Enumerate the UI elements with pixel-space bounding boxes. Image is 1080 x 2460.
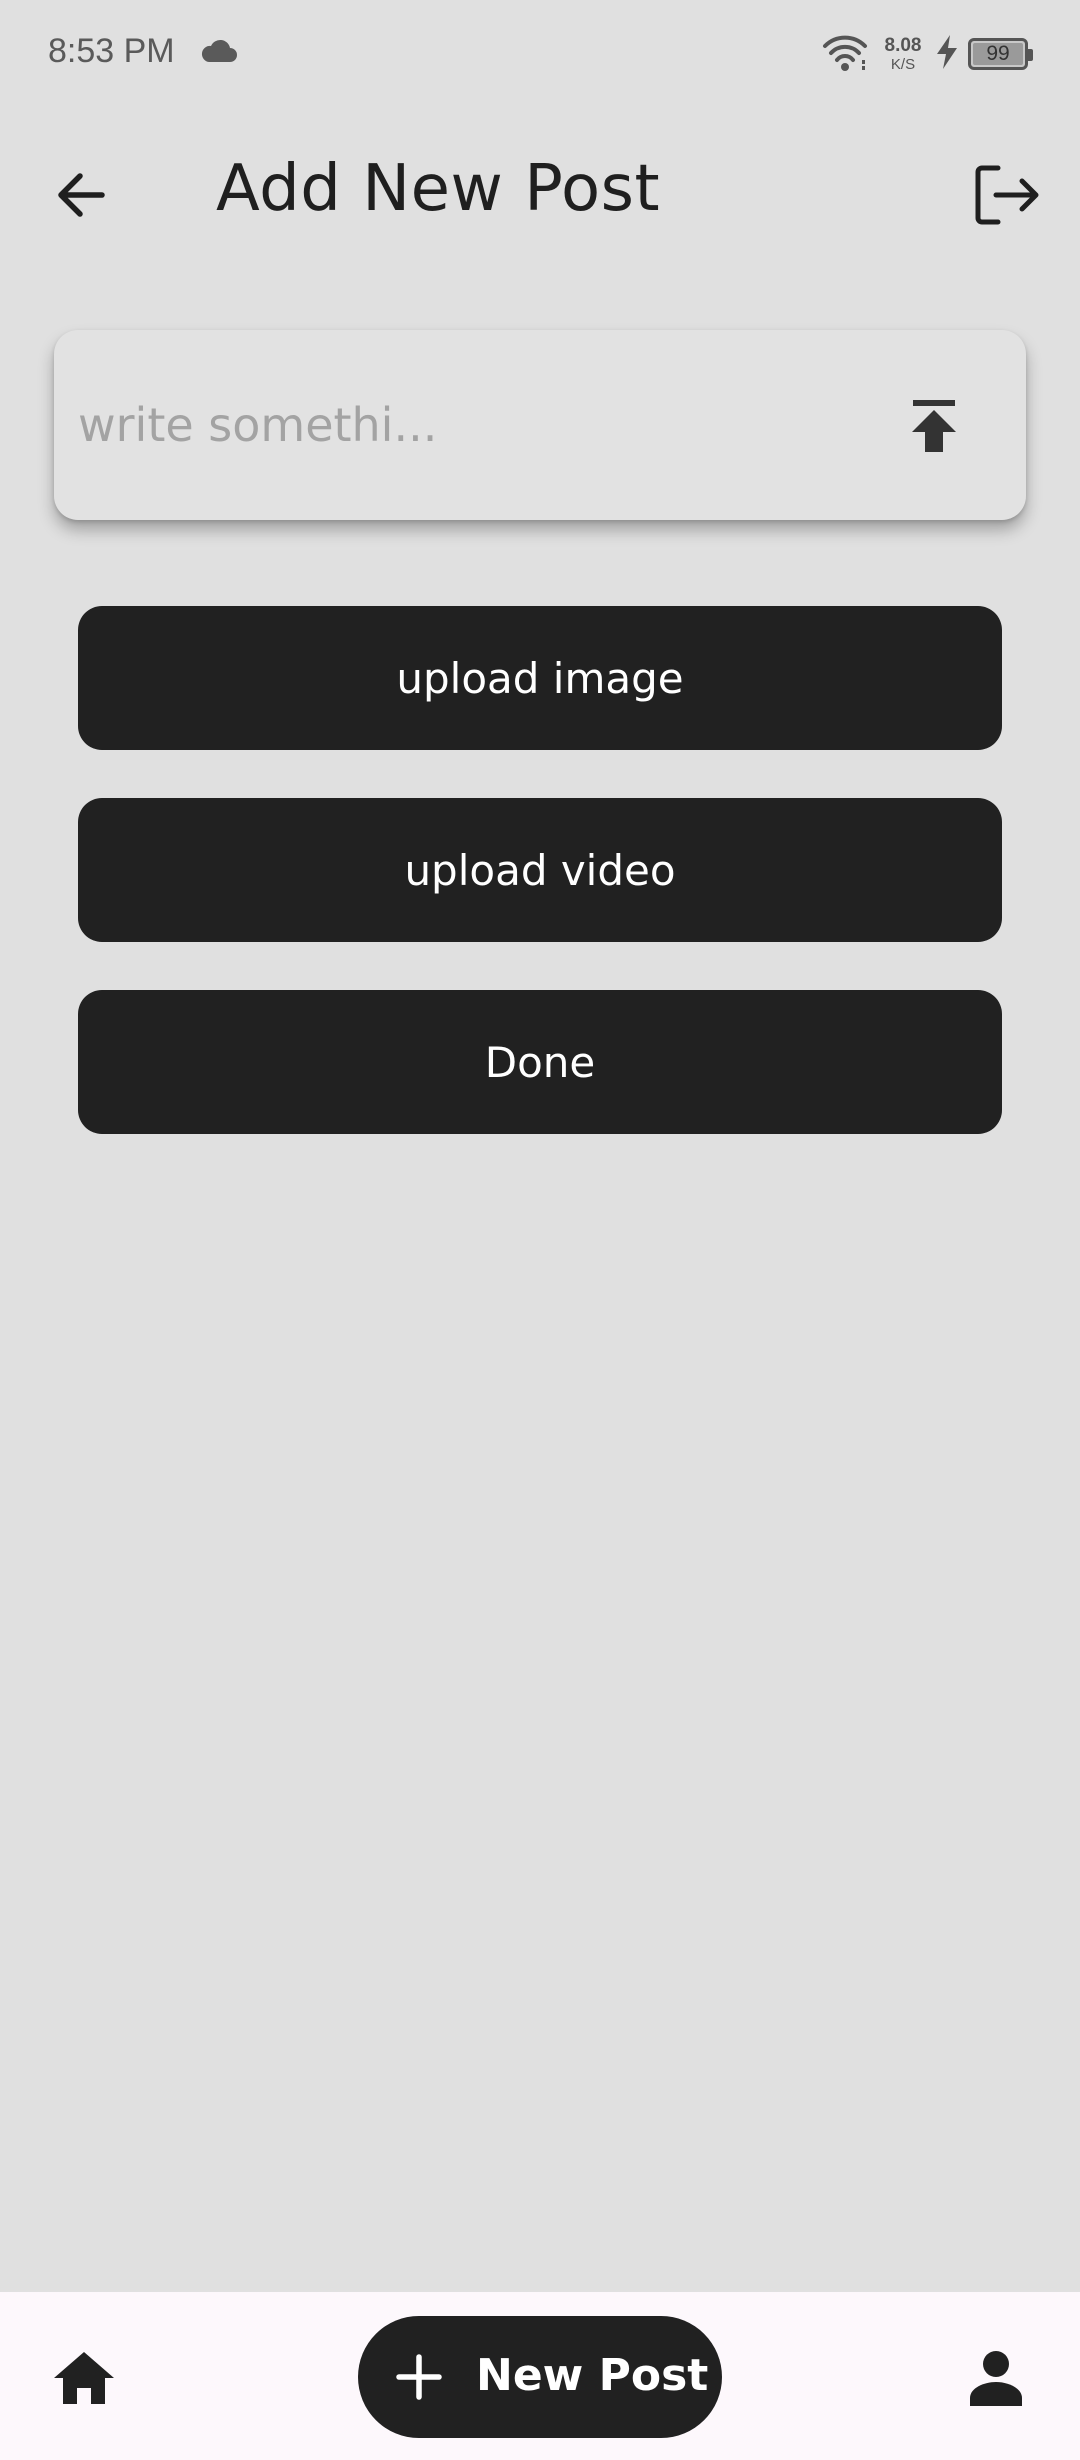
- person-icon: [970, 2351, 1022, 2406]
- logout-button[interactable]: [968, 160, 1044, 230]
- status-time: 8:53 PM: [48, 32, 175, 70]
- status-bar: 8:53 PM 8.08 K/S 99: [0, 0, 1080, 110]
- upload-video-button[interactable]: upload video: [78, 798, 1002, 942]
- nav-home-button[interactable]: [50, 2348, 118, 2408]
- home-icon: [54, 2352, 114, 2404]
- upload-attachment-button[interactable]: [894, 386, 974, 466]
- new-post-label: New Post: [476, 2350, 709, 2401]
- done-button[interactable]: Done: [78, 990, 1002, 1134]
- network-speed: 8.08 K/S: [878, 36, 928, 72]
- post-text-input[interactable]: [78, 370, 878, 480]
- arrow-back-icon: [58, 173, 105, 217]
- logout-icon: [975, 165, 1039, 225]
- network-speed-unit: K/S: [890, 56, 916, 73]
- upload-image-button[interactable]: upload image: [78, 606, 1002, 750]
- battery-level: 99: [986, 42, 1010, 65]
- cloud-icon: [201, 39, 237, 62]
- network-speed-value: 8.08: [884, 35, 922, 56]
- back-button[interactable]: [44, 162, 124, 228]
- upload-icon: [912, 400, 956, 452]
- bottom-navigation: New Post: [0, 2292, 1080, 2460]
- wifi-icon: [823, 35, 867, 71]
- app-bar: Add New Post: [0, 140, 1080, 250]
- nav-profile-button[interactable]: [964, 2346, 1028, 2410]
- charging-bolt-icon: [937, 35, 957, 69]
- page-title: Add New Post: [216, 152, 661, 226]
- plus-icon: [396, 2354, 442, 2400]
- battery-indicator: 99: [968, 38, 1033, 70]
- add-post-screen: 8:53 PM 8.08 K/S 99 Add New Post write s…: [0, 0, 1080, 2460]
- post-input-card: [54, 330, 1026, 520]
- nav-new-post-button[interactable]: New Post: [358, 2316, 722, 2438]
